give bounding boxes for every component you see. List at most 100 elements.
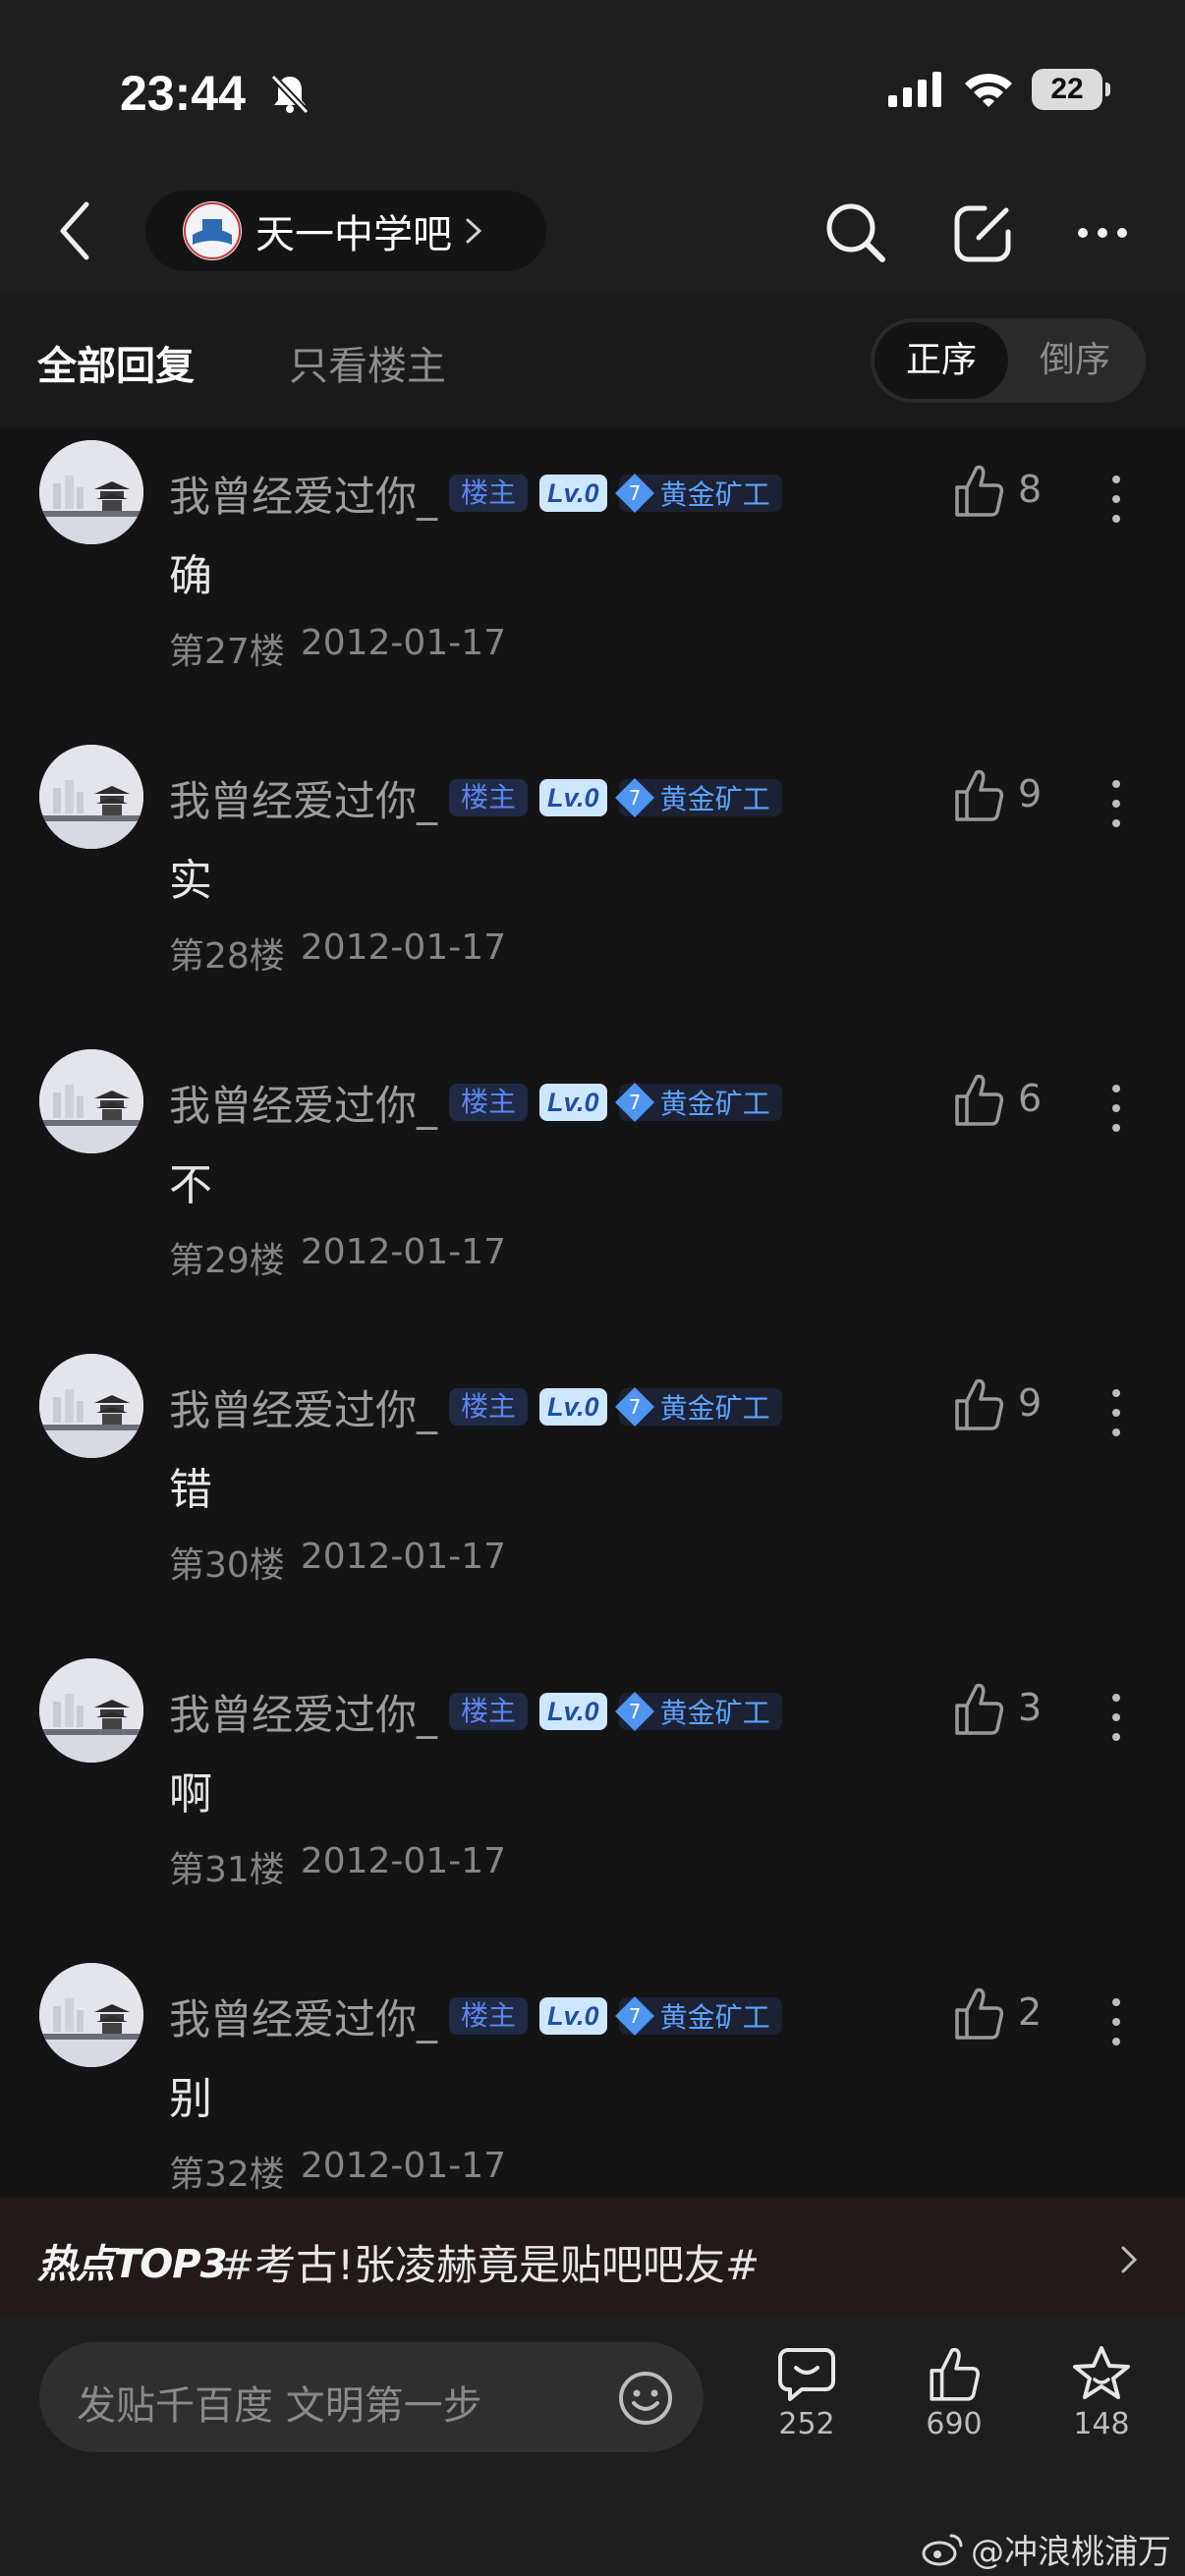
- floor-number: 第29楼: [169, 1241, 285, 1281]
- reply-content: 不: [169, 1160, 212, 1210]
- reply-content: 错: [169, 1465, 212, 1515]
- hot-topic-text: #考古!张凌赫竟是贴吧吧友#: [220, 2241, 761, 2289]
- reply-content: 实: [169, 856, 212, 906]
- more-vertical-icon[interactable]: [1104, 776, 1128, 831]
- rank-title: 黄金矿工: [659, 2001, 770, 2034]
- floor-number: 第28楼: [169, 936, 285, 977]
- avatar[interactable]: [39, 440, 143, 544]
- reply-item[interactable]: 我曾经爱过你_ 楼主 Lv.0 7 黄金矿工 确 第27楼 2012-01-17…: [0, 428, 1185, 733]
- comment-icon: [778, 2348, 835, 2401]
- floor-number: 第32楼: [169, 2155, 285, 2195]
- avatar[interactable]: [39, 1658, 143, 1763]
- reply-content: 别: [169, 2074, 212, 2124]
- op-badge: 楼主: [449, 1084, 529, 1121]
- emoji-icon[interactable]: [617, 2370, 674, 2427]
- diamond-icon: 7: [613, 776, 656, 819]
- more-vertical-icon[interactable]: [1104, 472, 1128, 527]
- level-badge: Lv.0: [539, 475, 607, 512]
- reply-item[interactable]: 我曾经爱过你_ 楼主 Lv.0 7 黄金矿工 别 第32楼 2012-01-17…: [0, 1951, 1185, 2197]
- forum-name-pill[interactable]: 天一中学吧: [145, 191, 546, 271]
- comment-button[interactable]: 252: [753, 2344, 861, 2441]
- rank-badge: 7 黄金矿工: [614, 1996, 782, 2036]
- more-vertical-icon[interactable]: [1104, 1385, 1128, 1440]
- reply-date: 2012-01-17: [300, 1537, 507, 1577]
- username[interactable]: 我曾经爱过你_: [169, 1987, 437, 2046]
- avatar[interactable]: [39, 745, 143, 849]
- rank-title: 黄金矿工: [659, 1088, 770, 1120]
- like-count: 9: [1018, 772, 1043, 815]
- avatar[interactable]: [39, 1354, 143, 1458]
- like-count: 2: [1018, 1990, 1043, 2034]
- more-vertical-icon[interactable]: [1104, 1081, 1128, 1136]
- sort-ascending-button[interactable]: 正序: [875, 322, 1008, 399]
- back-arrow-icon[interactable]: [53, 196, 98, 265]
- username[interactable]: 我曾经爱过你_: [169, 1682, 437, 1742]
- battery-indicator: 22: [1032, 69, 1110, 110]
- tab-all-replies[interactable]: 全部回复: [37, 334, 195, 391]
- more-options-icon[interactable]: [1073, 198, 1132, 267]
- op-badge: 楼主: [449, 779, 529, 816]
- like-post-button[interactable]: 690: [900, 2344, 1008, 2441]
- weibo-logo-icon: [922, 2534, 963, 2565]
- thumbs-up-icon[interactable]: [953, 1071, 1004, 1128]
- sort-descending-button[interactable]: 倒序: [1008, 322, 1142, 399]
- username[interactable]: 我曾经爱过你_: [169, 1377, 437, 1437]
- reply-compose-input[interactable]: 发贴千百度 文明第一步: [39, 2342, 704, 2452]
- user-row: 我曾经爱过你_ 楼主 Lv.0 7 黄金矿工: [169, 1075, 782, 1130]
- username[interactable]: 我曾经爱过你_: [169, 1073, 437, 1133]
- rank-number: 7: [628, 1091, 641, 1114]
- reply-filter-bar: 全部回复 只看楼主 正序 倒序: [0, 295, 1185, 428]
- reply-item[interactable]: 我曾经爱过你_ 楼主 Lv.0 7 黄金矿工 啊 第31楼 2012-01-17…: [0, 1647, 1185, 1951]
- op-badge: 楼主: [449, 1693, 529, 1730]
- more-vertical-icon[interactable]: [1104, 1994, 1128, 2049]
- thumbs-up-icon[interactable]: [953, 766, 1004, 823]
- reply-content: 确: [169, 551, 212, 601]
- level-badge: Lv.0: [539, 1084, 607, 1121]
- rank-badge: 7 黄金矿工: [614, 474, 782, 513]
- avatar[interactable]: [39, 1963, 143, 2067]
- top-nav-bar: 天一中学吧: [0, 167, 1185, 295]
- rank-badge: 7 黄金矿工: [614, 1692, 782, 1731]
- rank-number: 7: [628, 1395, 641, 1419]
- reply-item[interactable]: 我曾经爱过你_ 楼主 Lv.0 7 黄金矿工 不 第29楼 2012-01-17…: [0, 1037, 1185, 1342]
- hot-topic-banner[interactable]: 热点TOP3 #考古!张凌赫竟是贴吧吧友#: [0, 2197, 1185, 2317]
- watermark: @冲浪桃浦万: [922, 2525, 1171, 2573]
- wifi-icon: [965, 74, 1012, 107]
- status-time: 23:44: [120, 66, 246, 121]
- share-edit-icon[interactable]: [949, 198, 1018, 267]
- more-vertical-icon[interactable]: [1104, 1690, 1128, 1745]
- forum-logo: [183, 201, 242, 260]
- user-row: 我曾经爱过你_ 楼主 Lv.0 7 黄金矿工: [169, 1379, 782, 1434]
- floor-number: 第27楼: [169, 632, 285, 672]
- level-badge: Lv.0: [539, 1693, 607, 1730]
- tab-op-only[interactable]: 只看楼主: [289, 334, 446, 391]
- thumbs-up-icon: [930, 2347, 980, 2401]
- hot-top3-label: 热点TOP3: [37, 2242, 227, 2287]
- rank-badge: 7 黄金矿工: [614, 1083, 782, 1122]
- rank-title: 黄金矿工: [659, 1697, 770, 1729]
- reply-date: 2012-01-17: [300, 623, 507, 663]
- reply-item[interactable]: 我曾经爱过你_ 楼主 Lv.0 7 黄金矿工 实 第28楼 2012-01-17…: [0, 733, 1185, 1037]
- floor-meta: 第31楼 2012-01-17: [169, 1841, 506, 1892]
- floor-number: 第30楼: [169, 1545, 285, 1586]
- user-row: 我曾经爱过你_ 楼主 Lv.0 7 黄金矿工: [169, 466, 782, 521]
- like-count: 8: [1018, 468, 1043, 511]
- star-icon: [1073, 2346, 1130, 2399]
- thumbs-up-icon[interactable]: [953, 1680, 1004, 1737]
- favorite-button[interactable]: 148: [1047, 2344, 1156, 2441]
- username[interactable]: 我曾经爱过你_: [169, 768, 437, 828]
- thumbs-up-icon[interactable]: [953, 1985, 1004, 2042]
- search-icon[interactable]: [821, 198, 890, 267]
- reply-item[interactable]: 我曾经爱过你_ 楼主 Lv.0 7 黄金矿工 错 第30楼 2012-01-17…: [0, 1342, 1185, 1647]
- chevron-right-icon: [1121, 2246, 1138, 2273]
- thumbs-up-icon[interactable]: [953, 1375, 1004, 1432]
- username[interactable]: 我曾经爱过你_: [169, 464, 437, 524]
- op-badge: 楼主: [449, 1997, 529, 2035]
- like-count: 3: [1018, 1686, 1043, 1729]
- floor-meta: 第28楼 2012-01-17: [169, 927, 506, 979]
- op-badge: 楼主: [449, 475, 529, 512]
- reply-date: 2012-01-17: [300, 2146, 507, 2186]
- thumbs-up-icon[interactable]: [953, 462, 1004, 519]
- avatar[interactable]: [39, 1049, 143, 1153]
- chevron-right-icon: [466, 218, 482, 244]
